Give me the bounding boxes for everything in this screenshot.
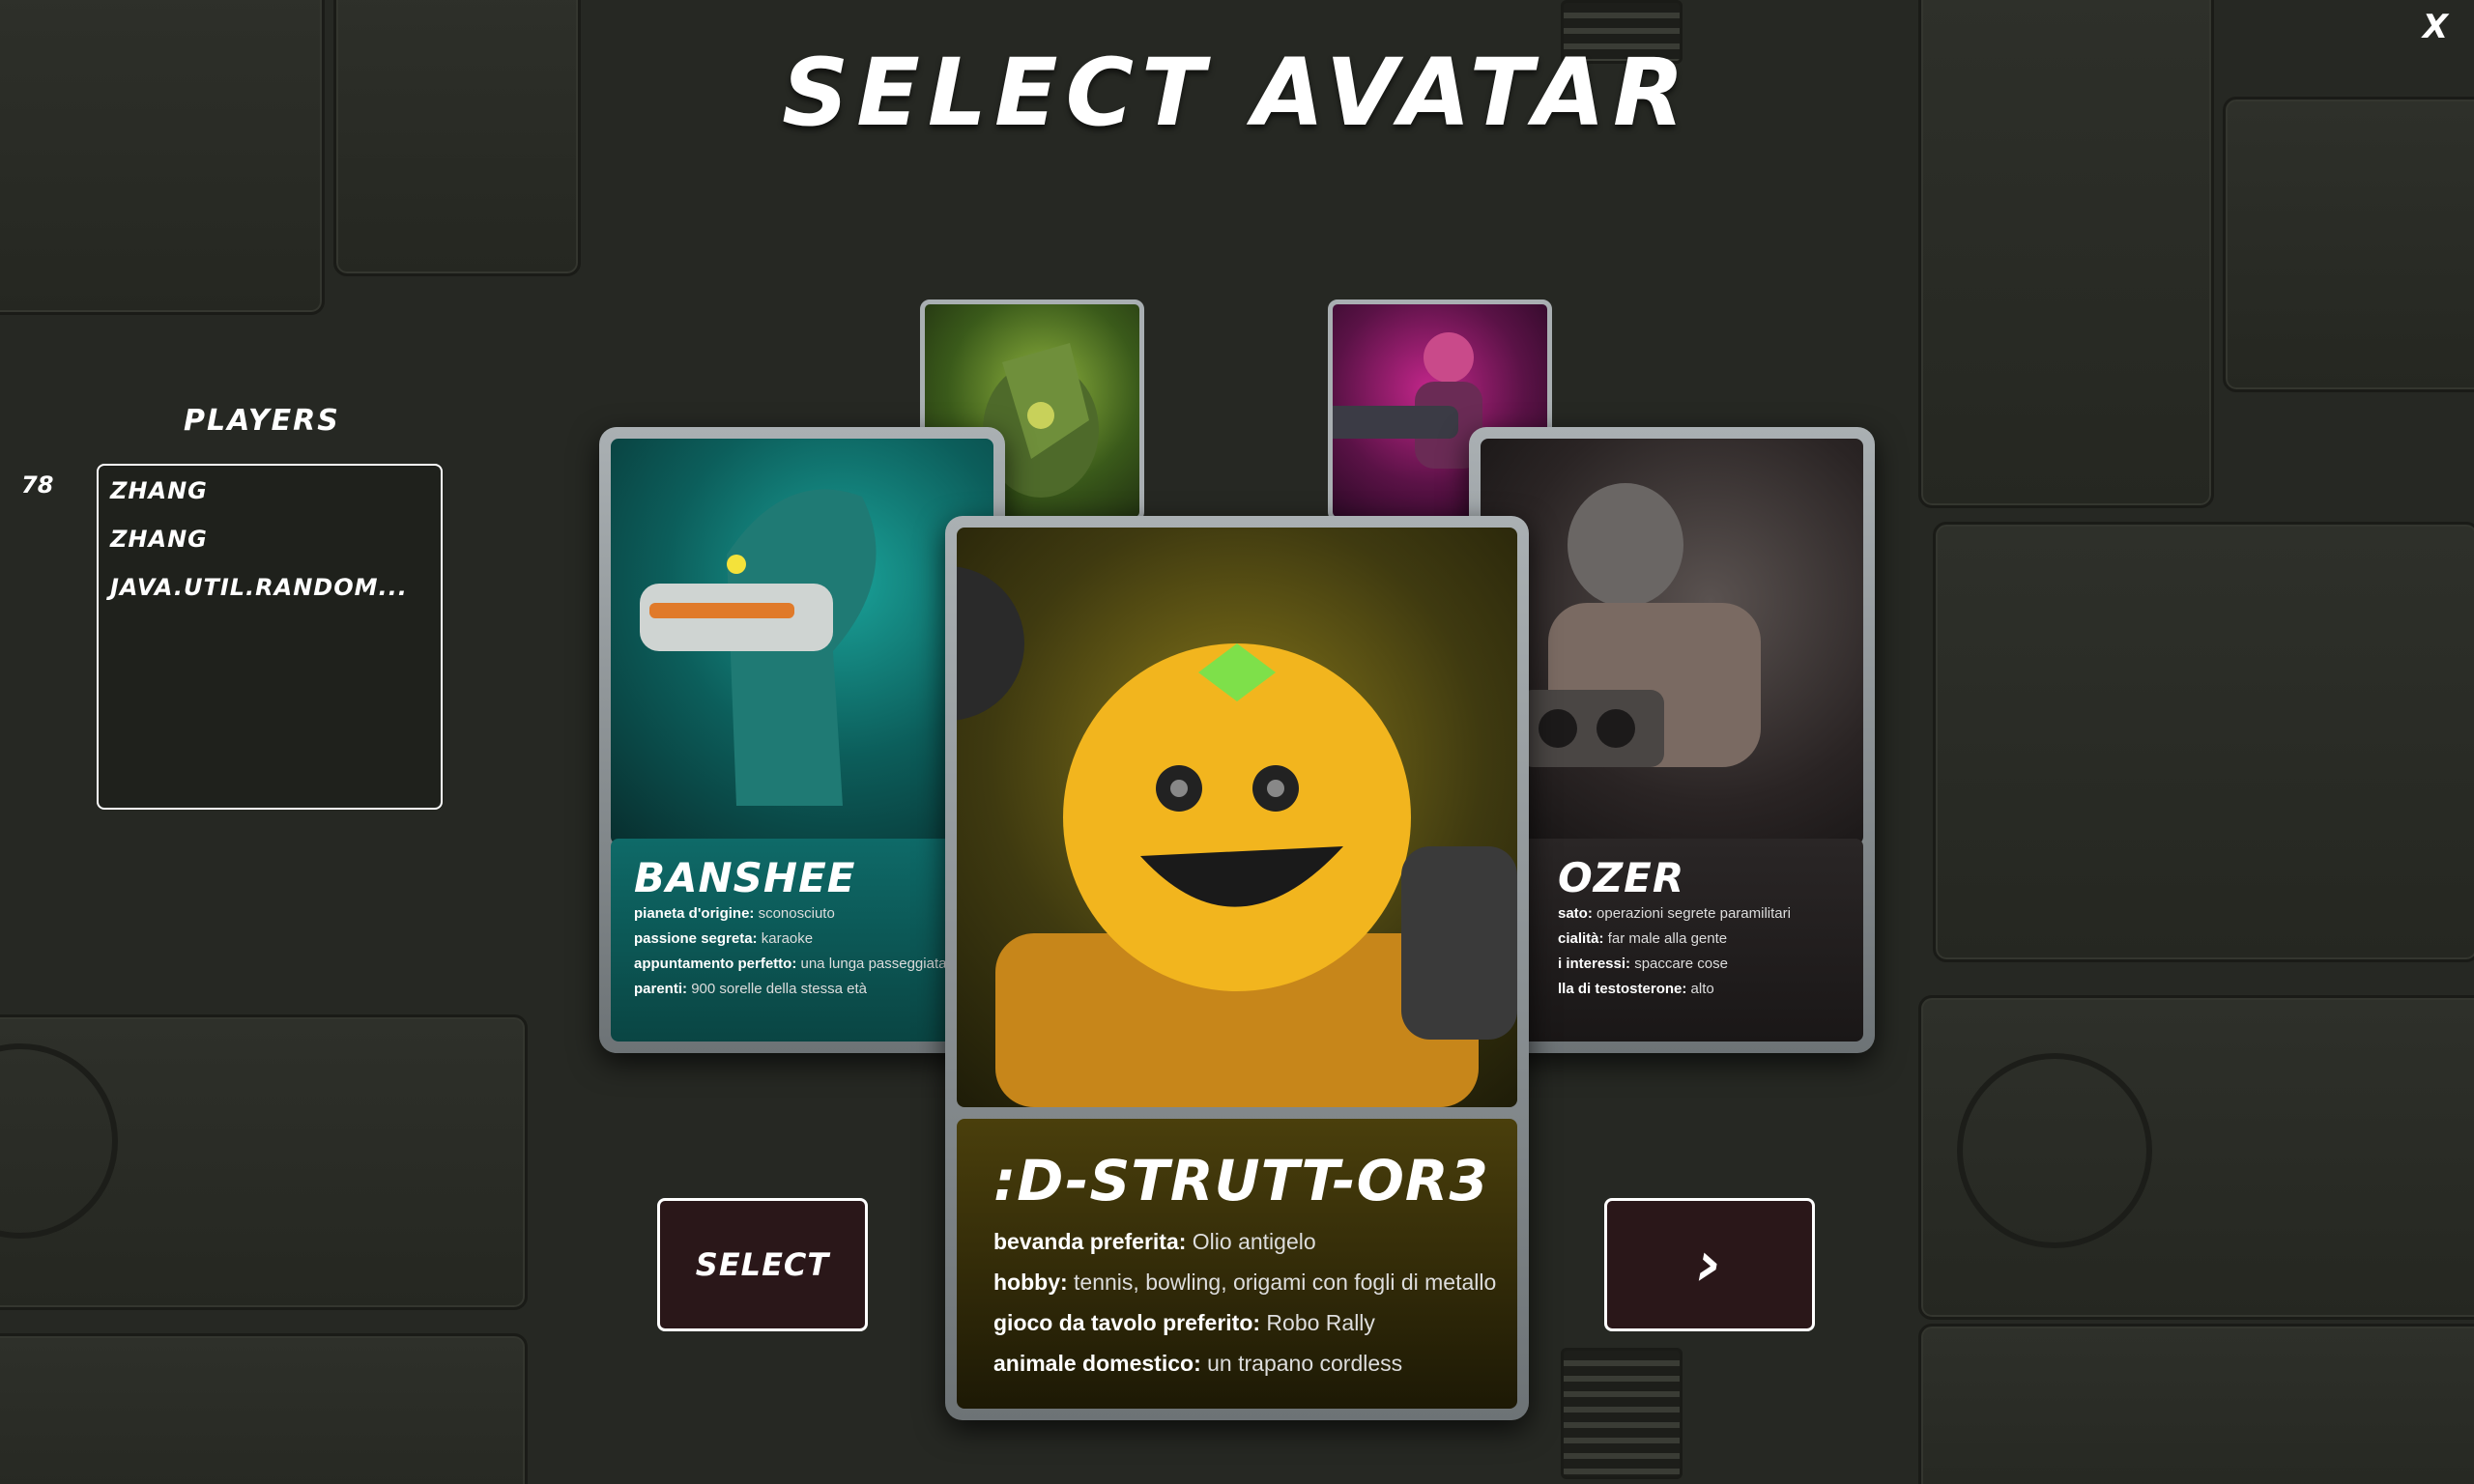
close-button[interactable]: X [2416, 8, 2455, 46]
avatar-stat: sato: operazioni segrete paramilitari [1558, 905, 1791, 922]
avatar-stat: cialità: far male alla gente [1558, 930, 1728, 947]
avatar-stat: pianeta d'origine: sconosciuto [634, 905, 835, 922]
avatar-stat: passione segreta: karaoke [634, 930, 814, 947]
player-item: ZHANG [110, 477, 208, 504]
banshee-info: BANSHEE pianeta d'origine: sconosciuto p… [611, 839, 1005, 1042]
avatar-name: BANSHEE [634, 854, 856, 901]
avatar-name: :D-STRUTT-OR3 [993, 1148, 1489, 1213]
strutt-info: :D-STRUTT-OR3 bevanda preferita: Olio an… [957, 1119, 1517, 1409]
avatar-stat: gioco da tavolo preferito: Robo Rally [993, 1310, 1375, 1335]
avatar-stat: parenti: 900 sorelle della stessa età [634, 981, 867, 997]
banshee-robot-icon [640, 489, 877, 806]
avatar-stat: lla di testosterone: alto [1558, 981, 1714, 997]
strutt-art [945, 528, 1517, 1107]
avatar-name: OZER [1558, 854, 1685, 901]
select-button[interactable]: SELECT [657, 1198, 868, 1331]
dozer-art [1481, 439, 1863, 844]
strutt-robot-icon [945, 566, 1517, 1107]
avatar-card-selected[interactable]: :D-STRUTT-OR3 bevanda preferita: Olio an… [945, 516, 1529, 1420]
avatar-stat: i interessi: spaccare cose [1558, 956, 1728, 972]
avatar-stat: hobby: tennis, bowling, origami con fogl… [993, 1270, 1497, 1295]
avatar-card-banshee[interactable]: BANSHEE pianeta d'origine: sconosciuto p… [599, 427, 1005, 1053]
avatar-stat: animale domestico: un trapano cordless [993, 1351, 1403, 1376]
dozer-robot-icon [1519, 483, 1761, 767]
avatar-card-dozer[interactable]: OZER sato: operazioni segrete paramilita… [1469, 427, 1875, 1053]
avatar-stat: bevanda preferita: Olio antigelo [993, 1229, 1316, 1254]
players-list: ZHANG ZHANG JAVA.UTIL.RANDOM... [97, 464, 443, 810]
avatar-stat: appuntamento perfetto: una lunga passegg… [634, 956, 1005, 972]
page-title: SELECT AVATAR [782, 39, 1692, 147]
banshee-art [611, 439, 993, 844]
player-item: JAVA.UTIL.RANDOM... [110, 574, 408, 601]
next-arrow-button[interactable]: › [1604, 1198, 1815, 1331]
players-heading: PLAYERS [184, 404, 340, 438]
chevron-right-icon: › [1696, 1229, 1723, 1300]
dozer-info: OZER sato: operazioni segrete paramilita… [1481, 839, 1863, 1042]
player-item: ZHANG [110, 526, 208, 553]
player-count: 78 [21, 471, 54, 499]
